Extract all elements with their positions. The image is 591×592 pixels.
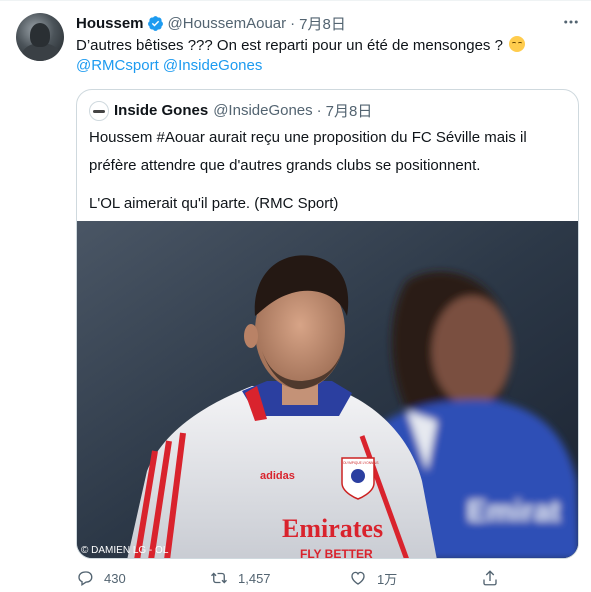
- like-count: 1万: [377, 571, 398, 587]
- quoted-tweet-photo[interactable]: Emirat OLYMPIQUE LYONNAIS adidas Emirate…: [77, 221, 578, 559]
- quoted-author-avatar[interactable]: [89, 100, 109, 121]
- player-photo: Emirat OLYMPIQUE LYONNAIS adidas Emirate…: [77, 221, 578, 559]
- mention-insidegones[interactable]: @InsideGones: [163, 57, 262, 74]
- quoted-tweet-text: Houssem #Aouar aurait reçu une propositi…: [89, 124, 567, 218]
- tweet-text-line: D’autres bêtises ??? On est reparti pour…: [76, 37, 503, 54]
- tweet[interactable]: Houssem @HoussemAouar · 7月8日 D’autres bê…: [0, 0, 591, 592]
- separator-dot: ·: [316, 102, 322, 119]
- tweet-header: Houssem @HoussemAouar · 7月8日: [76, 13, 346, 33]
- brand-text: adidas: [260, 470, 295, 482]
- share-icon: [483, 570, 497, 586]
- quoted-author-handle[interactable]: @InsideGones: [213, 102, 312, 119]
- reply-icon: [78, 571, 93, 586]
- more-options-icon[interactable]: [561, 13, 581, 33]
- quoted-text-line: L'OL aimerait qu'il parte. (RMC Sport): [89, 195, 339, 212]
- reply-count: 430: [104, 570, 126, 586]
- quoted-author-name[interactable]: Inside Gones: [114, 102, 208, 119]
- pensive-face-icon: [509, 36, 526, 52]
- quoted-text-line: préfère attendre que d'autres grands clu…: [89, 157, 481, 174]
- separator-dot: ·: [290, 14, 296, 32]
- quoted-tweet-header: Inside Gones @InsideGones · 7月8日: [89, 100, 372, 121]
- quoted-tweet-date[interactable]: 7月8日: [326, 100, 373, 121]
- quoted-tweet[interactable]: Inside Gones @InsideGones · 7月8日 Houssem…: [76, 89, 579, 559]
- tweet-date[interactable]: 7月8日: [299, 13, 346, 34]
- retweet-count: 1,457: [238, 570, 271, 586]
- reply-button[interactable]: 430: [76, 567, 126, 589]
- verified-badge-icon: [147, 15, 163, 31]
- tweet-actions: 430 1,457 1万: [76, 567, 576, 589]
- heart-icon: [351, 571, 365, 585]
- retweet-button[interactable]: 1,457: [210, 567, 271, 589]
- author-name[interactable]: Houssem: [76, 15, 144, 32]
- share-button[interactable]: [481, 567, 509, 589]
- mention-rmcsport[interactable]: @RMCsport: [76, 57, 159, 74]
- author-handle[interactable]: @HoussemAouar: [168, 15, 287, 32]
- author-avatar[interactable]: [16, 13, 64, 61]
- tweet-text: D’autres bêtises ??? On est reparti pour…: [76, 36, 576, 76]
- sponsor-sub-text: FLY BETTER: [300, 547, 373, 559]
- sponsor-text: Emirates: [282, 514, 383, 543]
- retweet-icon: [211, 572, 227, 584]
- background-shirt-text: Emirat: [467, 495, 560, 528]
- photo-credit: © DAMIEN LG - OL: [81, 545, 169, 556]
- like-button[interactable]: 1万: [349, 567, 397, 589]
- quoted-text-line: Houssem #Aouar aurait reçu une propositi…: [89, 129, 527, 146]
- crest-text: OLYMPIQUE LYONNAIS: [343, 461, 378, 465]
